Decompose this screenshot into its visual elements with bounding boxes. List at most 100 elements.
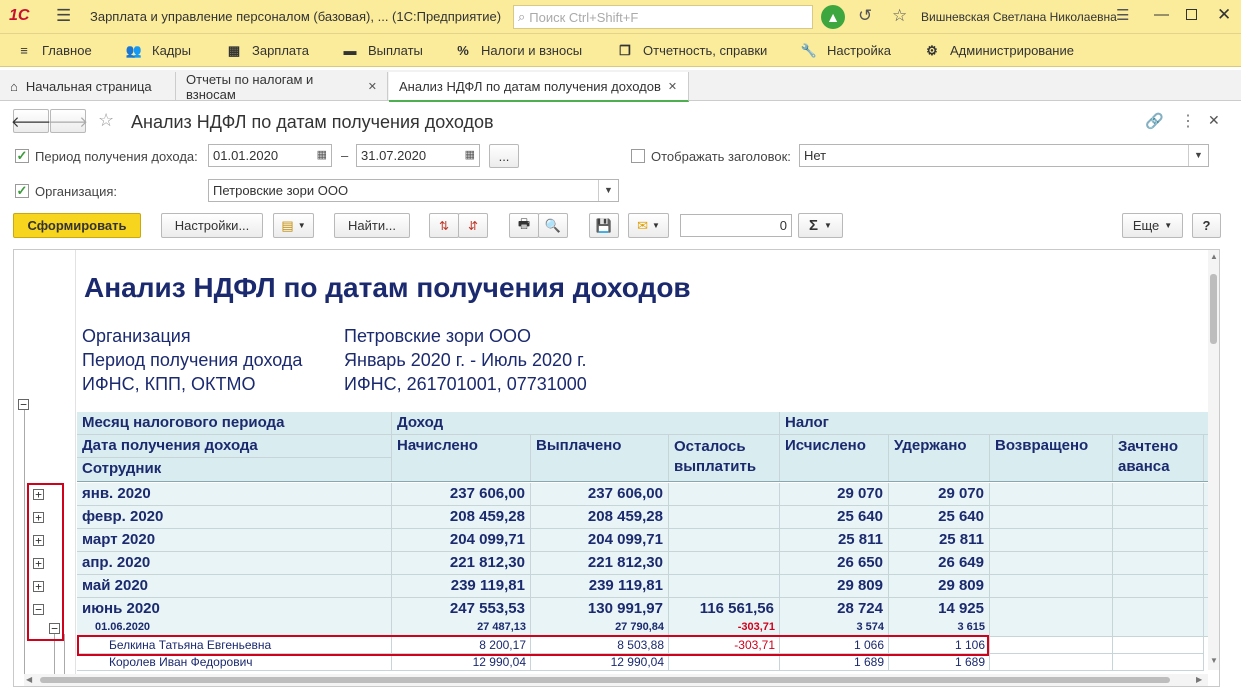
- month-withheld: 25 640: [889, 506, 990, 529]
- employee-row-paid: 12 990,04: [531, 654, 669, 671]
- menu-label: Выплаты: [368, 43, 423, 58]
- scroll-left-icon[interactable]: ◀: [26, 675, 32, 684]
- email-button[interactable]: ✉ ▼: [628, 213, 669, 238]
- highlight-frame-expanders: [27, 483, 64, 641]
- employee-row-withheld: 1 689: [889, 654, 990, 671]
- collapse-groups-icon: ⇵: [467, 218, 479, 233]
- month-offset: [1113, 529, 1204, 552]
- global-search-input[interactable]: ⌕ Поиск Ctrl+Shift+F: [513, 5, 813, 29]
- employee-row-remaining: [669, 654, 780, 671]
- maximize-icon[interactable]: [1186, 9, 1197, 20]
- print-preview-button[interactable]: 🔍: [538, 213, 568, 238]
- menu-item-administration[interactable]: ⚙ Администрирование: [922, 34, 1074, 67]
- show-header-select[interactable]: Нет ▼: [799, 144, 1209, 167]
- employee-row-name[interactable]: Королев Иван Федорович: [77, 654, 392, 671]
- menu-item-settings[interactable]: 🔧 Настройка: [799, 34, 891, 67]
- variants-button[interactable]: ▤ ▼: [273, 213, 314, 238]
- forward-button[interactable]: 🡒: [47, 109, 89, 133]
- close-tab-icon[interactable]: ✕: [668, 80, 677, 93]
- close-form-icon[interactable]: ✕: [1208, 112, 1220, 129]
- current-user[interactable]: Вишневская Светлана Николаевна: [921, 10, 1117, 24]
- menu-item-salary[interactable]: ▦ Зарплата: [224, 34, 309, 67]
- month-name[interactable]: июнь 2020: [77, 598, 392, 621]
- horizontal-scrollbar[interactable]: ◀ ▶: [24, 674, 1208, 686]
- calendar-icon[interactable]: ▦: [317, 148, 327, 161]
- more-label: Еще: [1132, 218, 1160, 233]
- month-name[interactable]: май 2020: [77, 575, 392, 598]
- month-calculated: 25 811: [780, 529, 889, 552]
- sum-value: 0: [779, 218, 787, 233]
- tab-ndfl-analysis[interactable]: Анализ НДФЛ по датам получения доходов ✕: [389, 72, 689, 102]
- menu-label: Настройка: [827, 43, 891, 58]
- scroll-right-icon[interactable]: ▶: [1196, 675, 1202, 684]
- title-bar: 1С ☰ Зарплата и управление персоналом (б…: [0, 0, 1241, 34]
- generate-report-button[interactable]: Сформировать: [13, 213, 141, 238]
- menu-item-hr[interactable]: 👥 Кадры: [124, 34, 191, 67]
- horizontal-scroll-thumb[interactable]: [40, 677, 1170, 683]
- month-remaining: [669, 552, 780, 575]
- favorites-star-icon[interactable]: ☆: [892, 6, 907, 26]
- show-header-label: Отображать заголовок:: [651, 149, 791, 164]
- chevron-down-icon[interactable]: ▼: [598, 180, 618, 201]
- more-button[interactable]: Еще ▼: [1122, 213, 1183, 238]
- show-header-checkbox[interactable]: [631, 149, 645, 163]
- period-select-button[interactable]: ...: [489, 144, 519, 168]
- employee-row-offset: [1113, 654, 1204, 671]
- date-to-value: 31.07.2020: [361, 148, 427, 163]
- month-name[interactable]: янв. 2020: [77, 483, 392, 506]
- scroll-up-icon[interactable]: ▲: [1210, 252, 1218, 261]
- menu-item-payments[interactable]: ▬ Выплаты: [340, 34, 423, 67]
- month-name[interactable]: март 2020: [77, 529, 392, 552]
- date-to-field[interactable]: 31.07.2020 ▦: [356, 144, 480, 167]
- close-tab-icon[interactable]: ✕: [368, 80, 377, 93]
- save-button[interactable]: 💾: [589, 213, 619, 238]
- notification-bell-icon[interactable]: ▲: [821, 5, 845, 29]
- vertical-scrollbar[interactable]: ▲ ▼: [1208, 250, 1219, 670]
- arrow-right-icon: 🡒: [47, 113, 89, 131]
- collapse-report-icon[interactable]: −: [18, 399, 29, 410]
- organization-select[interactable]: Петровские зори ООО ▼: [208, 179, 619, 202]
- month-paid: 130 991,97: [531, 598, 669, 621]
- calendar-icon[interactable]: ▦: [465, 148, 475, 161]
- minimize-icon[interactable]: —: [1154, 6, 1169, 23]
- meta-label: Период получения дохода: [82, 350, 303, 370]
- month-name[interactable]: апр. 2020: [77, 552, 392, 575]
- tab-tax-reports[interactable]: Отчеты по налогам и взносам ✕: [176, 72, 388, 102]
- month-offset: [1113, 506, 1204, 529]
- favorite-star-icon[interactable]: ☆: [98, 110, 114, 131]
- month-calculated: 26 650: [780, 552, 889, 575]
- generate-label: Сформировать: [27, 218, 127, 233]
- link-icon[interactable]: 🔗: [1145, 112, 1164, 130]
- more-actions-icon[interactable]: ⋮: [1180, 111, 1196, 131]
- help-button[interactable]: ?: [1192, 213, 1221, 238]
- header-accrued: Начислено: [392, 435, 531, 482]
- month-name[interactable]: февр. 2020: [77, 506, 392, 529]
- find-button[interactable]: Найти...: [334, 213, 410, 238]
- expand-groups-button[interactable]: ⇅: [429, 213, 459, 238]
- menu-item-main[interactable]: ≡ Главное: [14, 34, 91, 67]
- report-document[interactable]: − Анализ НДФЛ по датам получения доходов…: [13, 249, 1220, 687]
- preview-icon: 🔍: [544, 217, 562, 233]
- organization-checkbox[interactable]: ✓: [15, 184, 29, 198]
- window-menu-icon[interactable]: ☰: [1116, 6, 1129, 24]
- sum-type-button[interactable]: Σ ▼: [798, 213, 843, 238]
- close-window-icon[interactable]: ✕: [1217, 5, 1231, 25]
- back-button[interactable]: 🡐: [11, 109, 51, 133]
- tab-home[interactable]: ⌂ Начальная страница: [0, 72, 176, 101]
- chevron-down-icon[interactable]: ▼: [1188, 145, 1208, 166]
- hamburger-menu-icon[interactable]: ☰: [56, 6, 71, 26]
- vertical-scroll-thumb[interactable]: [1210, 274, 1217, 344]
- menu-item-taxes[interactable]: % Налоги и взносы: [453, 34, 582, 67]
- period-checkbox[interactable]: ✓: [15, 149, 29, 163]
- menu-item-reports[interactable]: ❐ Отчетность, справки: [615, 34, 767, 67]
- month-offset: [1113, 552, 1204, 575]
- month-paid: 204 099,71: [531, 529, 669, 552]
- app-logo[interactable]: 1С: [9, 7, 29, 25]
- history-icon[interactable]: ↺: [858, 6, 872, 26]
- date-from-field[interactable]: 01.01.2020 ▦: [208, 144, 332, 167]
- employee-row-offset: [1113, 637, 1204, 654]
- collapse-groups-button[interactable]: ⇵: [458, 213, 488, 238]
- settings-button[interactable]: Настройки...: [161, 213, 263, 238]
- scroll-down-icon[interactable]: ▼: [1210, 656, 1218, 665]
- print-button[interactable]: 🖶: [509, 213, 539, 238]
